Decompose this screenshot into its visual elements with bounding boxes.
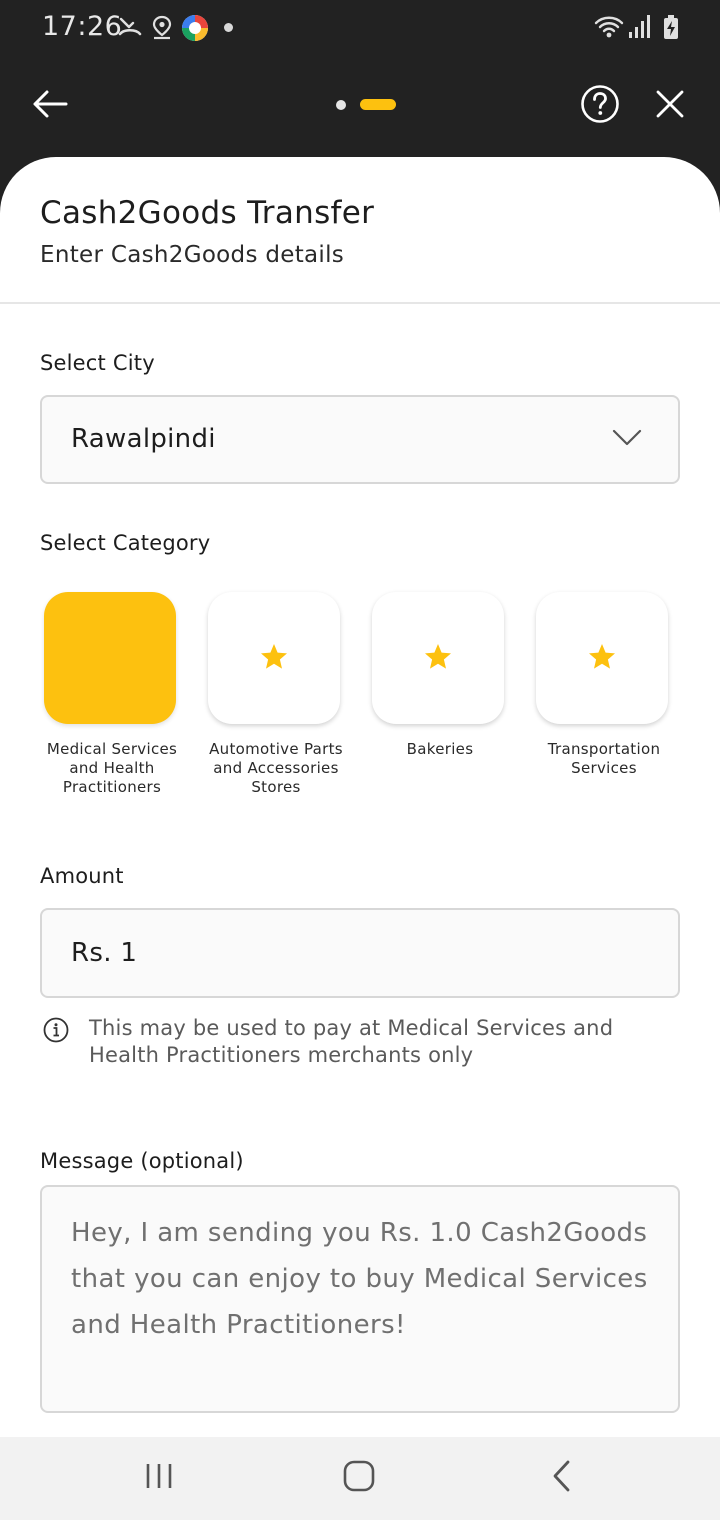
page-title: Cash2Goods Transfer xyxy=(40,195,375,231)
top-bar xyxy=(0,56,720,166)
status-time: 17:26 xyxy=(42,11,123,42)
recent-apps-button[interactable] xyxy=(145,1463,173,1493)
app-notification-icon xyxy=(181,14,209,46)
wifi-icon xyxy=(594,14,624,44)
category-tile-selected[interactable] xyxy=(44,592,176,724)
home-button[interactable] xyxy=(343,1460,375,1496)
system-nav-bar xyxy=(0,1437,720,1520)
category-label-text: Transportation Services xyxy=(547,740,661,777)
form-sheet: Cash2Goods Transfer Enter Cash2Goods det… xyxy=(0,157,720,1437)
amount-value: Rs. 1 xyxy=(71,938,138,968)
close-icon xyxy=(656,90,684,122)
signal-icon xyxy=(628,14,652,44)
info-icon xyxy=(43,1017,69,1047)
step-indicator xyxy=(336,99,396,110)
category-label: Select Category xyxy=(40,531,211,555)
location-icon xyxy=(150,14,174,44)
star-icon xyxy=(424,643,452,674)
missed-call-icon xyxy=(117,14,143,44)
category-list: Medical Services and Health Practitioner… xyxy=(40,591,680,831)
arrow-left-icon xyxy=(32,89,68,123)
back-nav-button[interactable] xyxy=(550,1459,572,1497)
category-label-text: Automotive Parts and Accessories Stores xyxy=(209,740,343,796)
city-label: Select City xyxy=(40,351,155,375)
message-placeholder: Hey, I am sending you Rs. 1.0 Cash2Goods… xyxy=(71,1218,648,1340)
back-button[interactable] xyxy=(24,84,76,128)
category-tile[interactable] xyxy=(536,592,668,724)
step-dot-active xyxy=(360,99,396,110)
amount-label: Amount xyxy=(40,864,124,888)
amount-input[interactable]: Rs. 1 xyxy=(40,908,680,998)
status-bar: 17:26 xyxy=(0,0,720,56)
page-subtitle: Enter Cash2Goods details xyxy=(40,242,345,268)
star-icon xyxy=(588,643,616,674)
category-tile[interactable] xyxy=(372,592,504,724)
close-button[interactable] xyxy=(648,84,692,128)
help-button[interactable] xyxy=(578,84,622,128)
chevron-down-icon xyxy=(612,429,642,451)
sheet-header: Cash2Goods Transfer Enter Cash2Goods det… xyxy=(0,157,720,304)
message-label: Message (optional) xyxy=(40,1149,244,1173)
question-circle-icon xyxy=(580,84,620,128)
notification-dot xyxy=(224,23,233,32)
info-text: This may be used to pay at Medical Servi… xyxy=(89,1016,614,1067)
category-tile[interactable] xyxy=(208,592,340,724)
city-select[interactable]: Rawalpindi xyxy=(40,395,680,484)
step-dot xyxy=(336,99,346,110)
city-select-value: Rawalpindi xyxy=(71,424,216,454)
message-textarea[interactable]: Hey, I am sending you Rs. 1.0 Cash2Goods… xyxy=(40,1185,680,1413)
battery-charging-icon xyxy=(662,14,680,44)
star-icon xyxy=(260,643,288,674)
category-label-text: Medical Services and Health Practitioner… xyxy=(46,740,178,796)
category-label-text: Bakeries xyxy=(406,740,474,758)
